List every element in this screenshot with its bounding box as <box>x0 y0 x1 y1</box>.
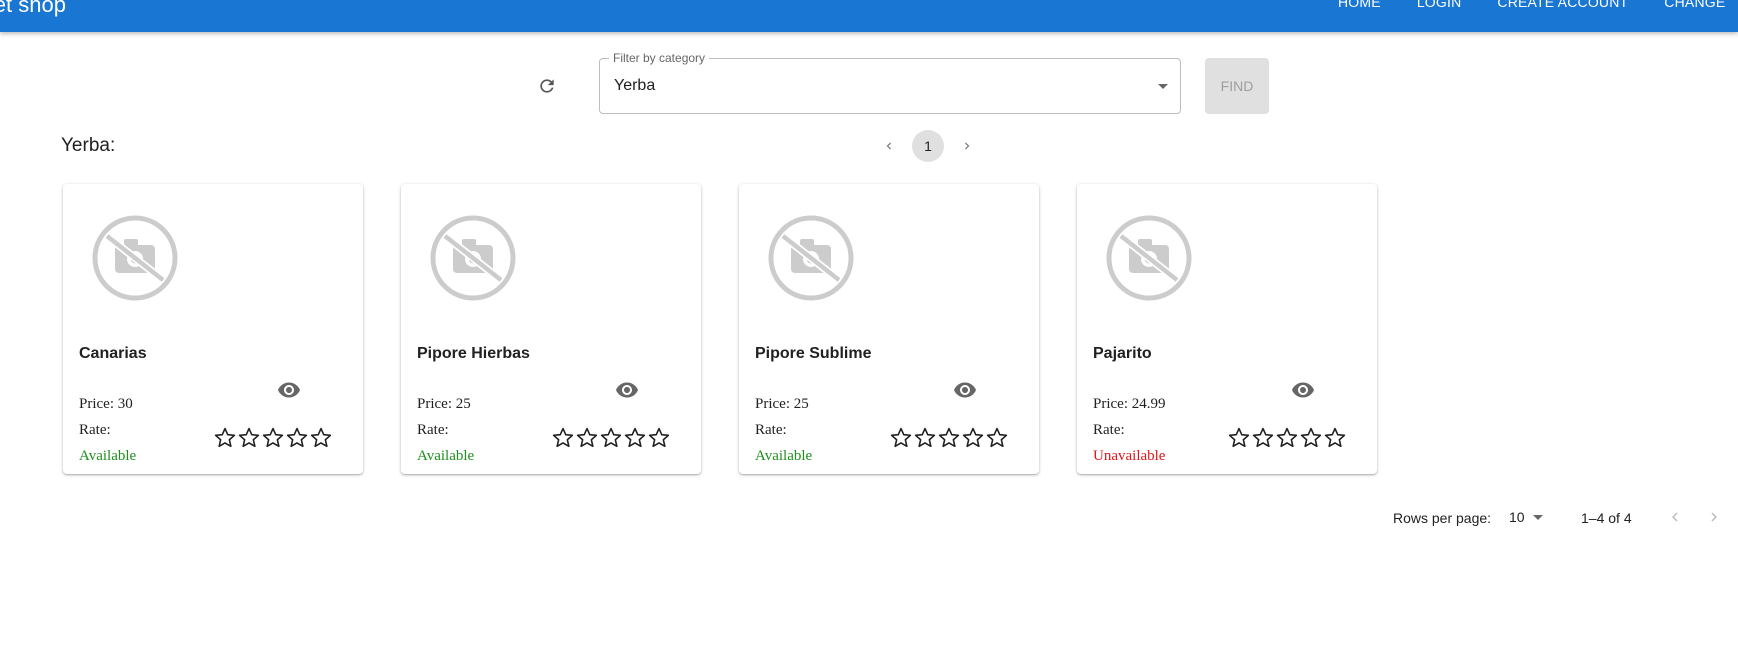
star-outline-icon[interactable] <box>961 426 985 450</box>
rate-label: Rate: <box>1093 422 1125 438</box>
product-card: Pipore Sublime Price: 25 Rate: Available <box>739 184 1039 474</box>
rows-per-page-label: Rows per page: <box>1393 510 1492 526</box>
category-select[interactable]: Filter by category Yerba <box>599 51 1181 114</box>
nav-home[interactable]: HOME <box>1338 0 1381 10</box>
product-name[interactable]: Pipore Sublime <box>755 345 871 363</box>
chevron-right-icon <box>1711 512 1717 522</box>
star-outline-icon[interactable] <box>1275 426 1299 450</box>
product-name[interactable]: Pajarito <box>1093 345 1152 363</box>
star-outline-icon[interactable] <box>623 426 647 450</box>
nav-change[interactable]: CHANGE <box>1664 0 1725 10</box>
eye-icon <box>616 382 638 398</box>
star-outline-icon[interactable] <box>937 426 961 450</box>
star-outline-icon[interactable] <box>889 426 913 450</box>
chevron-left-icon <box>1672 512 1678 522</box>
star-outline-icon[interactable] <box>237 426 261 450</box>
availability-status: Unavailable <box>1093 448 1166 464</box>
no-photo-icon <box>430 215 516 301</box>
next-page-button[interactable] <box>954 130 980 162</box>
product-name[interactable]: Pipore Hierbas <box>417 345 530 363</box>
star-outline-icon[interactable] <box>1227 426 1251 450</box>
no-photo-icon <box>768 215 854 301</box>
product-price: Price: 25 <box>417 396 471 412</box>
no-photo-icon <box>1106 215 1192 301</box>
table-next-page-button[interactable] <box>1702 505 1726 529</box>
rating-stars[interactable] <box>551 426 671 450</box>
rating-stars[interactable] <box>213 426 333 450</box>
rows-per-page-select[interactable]: 10 <box>1509 509 1543 525</box>
view-details-button[interactable] <box>1290 380 1316 400</box>
product-card: Canarias Price: 30 Rate: Available <box>63 184 363 474</box>
star-outline-icon[interactable] <box>913 426 937 450</box>
page-number[interactable]: 1 <box>912 130 944 162</box>
product-name[interactable]: Canarias <box>79 345 147 363</box>
product-card: Pipore Hierbas Price: 25 Rate: Available <box>401 184 701 474</box>
rate-label: Rate: <box>417 422 449 438</box>
rating-stars[interactable] <box>889 426 1009 450</box>
star-outline-icon[interactable] <box>575 426 599 450</box>
star-outline-icon[interactable] <box>285 426 309 450</box>
star-outline-icon[interactable] <box>1323 426 1347 450</box>
category-heading: Yerba: <box>61 135 116 156</box>
category-select-value: Yerba <box>614 77 656 94</box>
chevron-left-icon <box>886 142 891 150</box>
rating-stars[interactable] <box>1227 426 1347 450</box>
refresh-icon <box>540 79 554 93</box>
app-bar: ernet shop HOME LOGIN CREATE ACCOUNT CHA… <box>0 0 1738 32</box>
star-outline-icon[interactable] <box>599 426 623 450</box>
eye-icon <box>954 382 976 398</box>
star-outline-icon[interactable] <box>261 426 285 450</box>
eye-icon <box>278 382 300 398</box>
view-details-button[interactable] <box>276 380 302 400</box>
prev-page-button[interactable] <box>876 130 902 162</box>
chevron-right-icon <box>965 142 970 150</box>
nav-create-account[interactable]: CREATE ACCOUNT <box>1497 0 1628 10</box>
table-prev-page-button[interactable] <box>1663 505 1687 529</box>
nav-menu: HOME LOGIN CREATE ACCOUNT CHANGE <box>1338 0 1738 10</box>
star-outline-icon[interactable] <box>647 426 671 450</box>
page-pagination: 1 <box>876 130 980 162</box>
availability-status: Available <box>755 448 813 464</box>
dropdown-arrow-icon <box>1158 84 1168 89</box>
star-outline-icon[interactable] <box>1251 426 1275 450</box>
app-title[interactable]: ernet shop <box>0 0 66 18</box>
star-outline-icon[interactable] <box>1299 426 1323 450</box>
star-outline-icon[interactable] <box>213 426 237 450</box>
find-button[interactable]: FIND <box>1205 58 1269 114</box>
rate-label: Rate: <box>79 422 111 438</box>
product-card: Pajarito Price: 24.99 Rate: Unavailable <box>1077 184 1377 474</box>
star-outline-icon[interactable] <box>551 426 575 450</box>
refresh-button[interactable] <box>535 74 559 98</box>
star-outline-icon[interactable] <box>309 426 333 450</box>
availability-status: Available <box>417 448 475 464</box>
product-price: Price: 25 <box>755 396 809 412</box>
view-details-button[interactable] <box>614 380 640 400</box>
eye-icon <box>1292 382 1314 398</box>
dropdown-arrow-icon <box>1532 514 1543 520</box>
product-price: Price: 30 <box>79 396 133 412</box>
no-photo-icon <box>92 215 178 301</box>
rows-per-page-value: 10 <box>1509 509 1525 525</box>
category-select-label: Filter by category <box>609 51 710 65</box>
availability-status: Available <box>79 448 137 464</box>
star-outline-icon[interactable] <box>985 426 1009 450</box>
product-price: Price: 24.99 <box>1093 396 1166 412</box>
nav-login[interactable]: LOGIN <box>1417 0 1462 10</box>
rows-range: 1–4 of 4 <box>1581 510 1632 526</box>
product-grid: Canarias Price: 30 Rate: Available Pipor… <box>63 184 1415 474</box>
rate-label: Rate: <box>755 422 787 438</box>
view-details-button[interactable] <box>952 380 978 400</box>
